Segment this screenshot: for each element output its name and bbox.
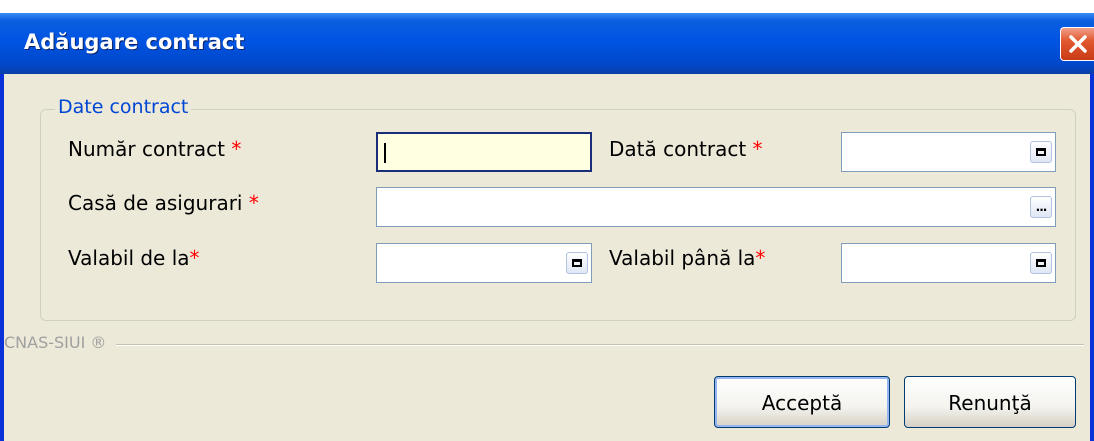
valabil-pana-la-calendar-button[interactable] xyxy=(1030,252,1052,274)
close-icon xyxy=(1069,35,1087,53)
data-contract-input[interactable] xyxy=(841,132,1056,172)
title-bar[interactable]: Adăugare contract xyxy=(0,13,1094,74)
close-button[interactable] xyxy=(1060,27,1094,61)
calendar-icon xyxy=(1036,259,1046,267)
accept-button[interactable]: Acceptă xyxy=(714,376,890,428)
footer-brand-label: CNAS-SIUI ® xyxy=(4,333,117,352)
calendar-icon xyxy=(1036,148,1046,156)
numar-contract-input[interactable] xyxy=(376,132,592,172)
data-contract-label: Dată contract * xyxy=(609,137,763,161)
casa-asigurari-input[interactable]: ... xyxy=(376,187,1056,227)
required-marker: * xyxy=(248,191,259,215)
required-marker: * xyxy=(189,246,200,270)
numar-contract-label: Număr contract * xyxy=(68,137,242,161)
dialog-window: Adăugare contract Date contract Număr co… xyxy=(0,13,1094,441)
required-marker: * xyxy=(752,137,763,161)
ellipsis-icon[interactable]: ... xyxy=(1030,196,1052,218)
valabil-pana-la-label: Valabil până la* xyxy=(609,246,766,270)
valabil-de-la-label: Valabil de la* xyxy=(68,246,200,270)
window-title: Adăugare contract xyxy=(24,30,245,54)
calendar-icon xyxy=(572,259,582,267)
groupbox-legend: Date contract xyxy=(55,96,192,118)
casa-asigurari-label: Casă de asigurari * xyxy=(68,191,259,215)
window-border-left xyxy=(0,74,4,441)
cancel-button[interactable]: Renunţă xyxy=(904,376,1076,428)
required-marker: * xyxy=(231,137,242,161)
footer-separator xyxy=(100,344,1084,346)
text-caret xyxy=(384,143,386,163)
window-border-right xyxy=(1090,74,1094,441)
data-contract-calendar-button[interactable] xyxy=(1030,141,1052,163)
required-marker: * xyxy=(755,246,766,270)
valabil-de-la-calendar-button[interactable] xyxy=(566,252,588,274)
valabil-pana-la-input[interactable] xyxy=(841,243,1056,283)
valabil-de-la-input[interactable] xyxy=(376,243,592,283)
